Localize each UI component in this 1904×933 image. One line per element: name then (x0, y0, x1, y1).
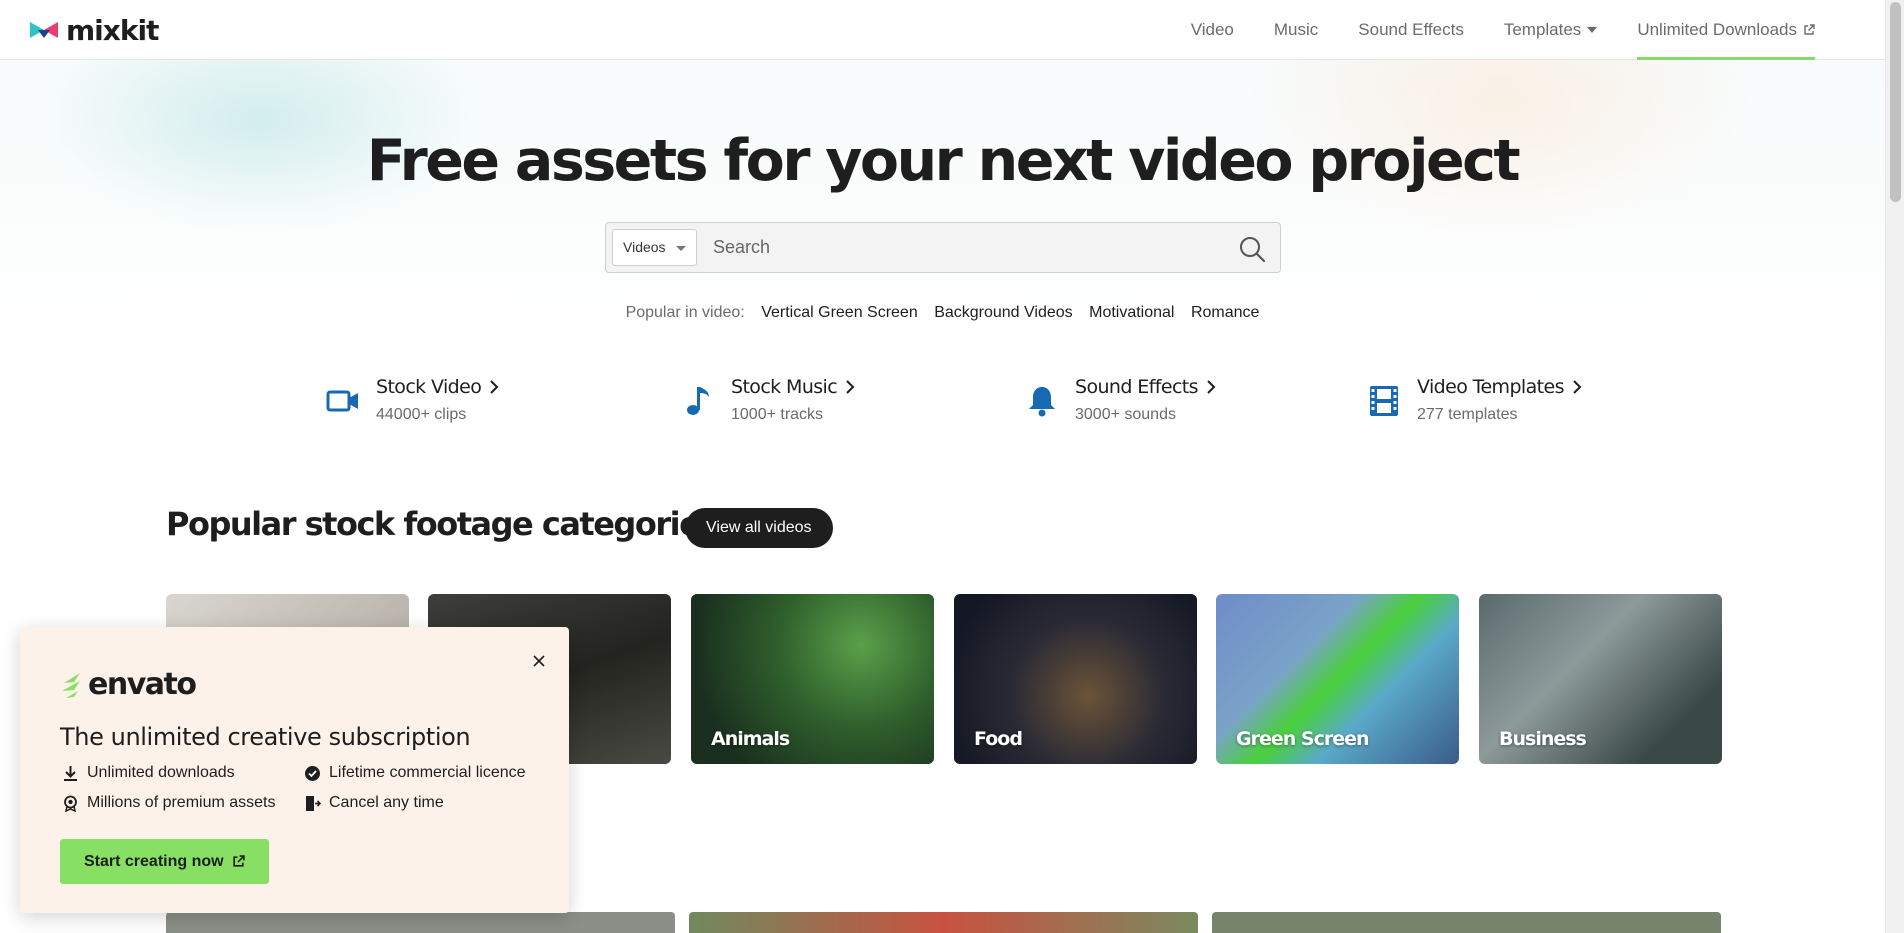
site-header: mixkit Video Music Sound Effects Templat… (0, 0, 1885, 60)
category-count: 277 templates (1417, 406, 1518, 423)
category-sound-effects[interactable]: Sound Effects 3000+ sounds (1025, 376, 1216, 436)
category-title: Sound Effects (1075, 376, 1216, 398)
chevron-right-icon (846, 380, 855, 394)
popular-label: Popular in video: (625, 304, 745, 321)
nav-unlimited-downloads-label: Unlimited Downloads (1637, 20, 1797, 39)
tile-label: Animals (711, 728, 790, 750)
nav-templates[interactable]: Templates (1484, 0, 1617, 60)
envato-leaf-icon (62, 672, 80, 698)
category-title-text: Video Templates (1417, 376, 1564, 398)
category-tile[interactable]: Business (1479, 594, 1722, 764)
category-stock-video[interactable]: Stock Video 44000+ clips (326, 376, 499, 436)
popular-link-vertical-green-screen[interactable]: Vertical Green Screen (761, 304, 918, 321)
external-link-icon (232, 855, 245, 867)
caret-down-icon (1587, 27, 1598, 33)
feature-cancel-any-time: Cancel any time (304, 794, 444, 812)
nav-sound-effects-label: Sound Effects (1358, 20, 1464, 39)
close-button[interactable] (531, 653, 547, 669)
close-icon (533, 655, 545, 667)
nav-sound-effects[interactable]: Sound Effects (1338, 0, 1484, 60)
category-tile[interactable]: Green Screen (1216, 594, 1459, 764)
chevron-right-icon (1573, 380, 1582, 394)
category-stock-music[interactable]: Stock Music 1000+ tracks (681, 376, 855, 436)
feature-lifetime-licence: Lifetime commercial licence (304, 764, 526, 782)
feature-text: Cancel any time (329, 794, 444, 811)
category-count: 44000+ clips (376, 406, 467, 423)
popular-link-background-videos[interactable]: Background Videos (934, 304, 1072, 321)
mixkit-logo-mark-icon (30, 22, 58, 38)
search-icon[interactable] (1238, 235, 1266, 263)
tile-label: Food (974, 728, 1023, 750)
video-camera-icon (326, 390, 358, 412)
section-title: Popular stock footage categories (166, 505, 718, 543)
bell-icon (1029, 387, 1055, 417)
category-tile[interactable]: Animals (691, 594, 934, 764)
external-link-icon (1804, 24, 1815, 35)
category-title: Video Templates (1417, 376, 1582, 398)
category-tile[interactable]: Food (954, 594, 1197, 764)
category-count: 3000+ sounds (1075, 406, 1176, 423)
envato-brand-text: envato (88, 667, 197, 702)
chevron-right-icon (490, 380, 499, 394)
tile-label: Green Screen (1236, 728, 1369, 750)
envato-logo: envato (60, 667, 197, 702)
category-video-templates[interactable]: Video Templates 277 templates (1367, 376, 1582, 436)
chevron-down-icon (676, 246, 686, 251)
category-title: Stock Video (376, 376, 499, 398)
nav-music-label: Music (1273, 20, 1319, 39)
feature-text: Unlimited downloads (87, 764, 235, 781)
search-category-value: Videos (623, 239, 666, 255)
mixkit-logo[interactable]: mixkit (30, 13, 159, 47)
award-badge-icon (64, 795, 77, 812)
video-thumbnail[interactable] (689, 912, 1198, 933)
popular-link-motivational[interactable]: Motivational (1089, 304, 1174, 321)
category-title-text: Stock Video (376, 376, 482, 398)
cta-label: Start creating now (84, 852, 224, 870)
nav-templates-label: Templates (1503, 20, 1582, 39)
view-all-videos-button[interactable]: View all videos (685, 508, 833, 548)
nav-video-label: Video (1190, 20, 1234, 39)
start-creating-button[interactable]: Start creating now (60, 839, 269, 884)
nav-music[interactable]: Music (1254, 0, 1338, 60)
feature-text: Millions of premium assets (87, 794, 276, 811)
category-title: Stock Music (731, 376, 855, 398)
tile-label: Business (1499, 728, 1587, 750)
category-title-text: Sound Effects (1075, 376, 1199, 398)
chevron-right-icon (1207, 380, 1216, 394)
music-note-icon (687, 387, 709, 415)
video-thumbnail[interactable] (166, 912, 675, 933)
category-count: 1000+ tracks (731, 406, 824, 423)
popup-title: The unlimited creative subscription (60, 723, 471, 751)
feature-premium-assets: Millions of premium assets (62, 794, 276, 812)
nav-video[interactable]: Video (1171, 0, 1254, 60)
search-bar: Videos (605, 222, 1281, 273)
download-icon (64, 765, 77, 781)
search-category-select[interactable]: Videos (612, 229, 697, 266)
scrollbar-thumb[interactable] (1890, 2, 1901, 202)
envato-promo-popup: envato The unlimited creative subscripti… (20, 627, 569, 913)
film-strip-icon (1370, 386, 1398, 416)
logo-text: mixkit (66, 13, 159, 47)
hero-title: Free assets for your next video project (366, 128, 1521, 194)
video-thumbnail[interactable] (1212, 912, 1721, 933)
main-nav: Video Music Sound Effects Templates Unli… (1171, 0, 1835, 60)
feature-unlimited-downloads: Unlimited downloads (62, 764, 235, 782)
feature-text: Lifetime commercial licence (329, 764, 526, 781)
popular-link-romance[interactable]: Romance (1191, 304, 1259, 321)
nav-unlimited-downloads[interactable]: Unlimited Downloads (1617, 0, 1835, 60)
exit-door-icon (306, 795, 321, 811)
search-input[interactable] (713, 231, 1213, 264)
verified-check-icon (305, 765, 320, 781)
popular-searches: Popular in video: Vertical Green Screen … (0, 304, 1885, 322)
page-scrollbar[interactable] (1885, 0, 1904, 933)
category-title-text: Stock Music (731, 376, 838, 398)
